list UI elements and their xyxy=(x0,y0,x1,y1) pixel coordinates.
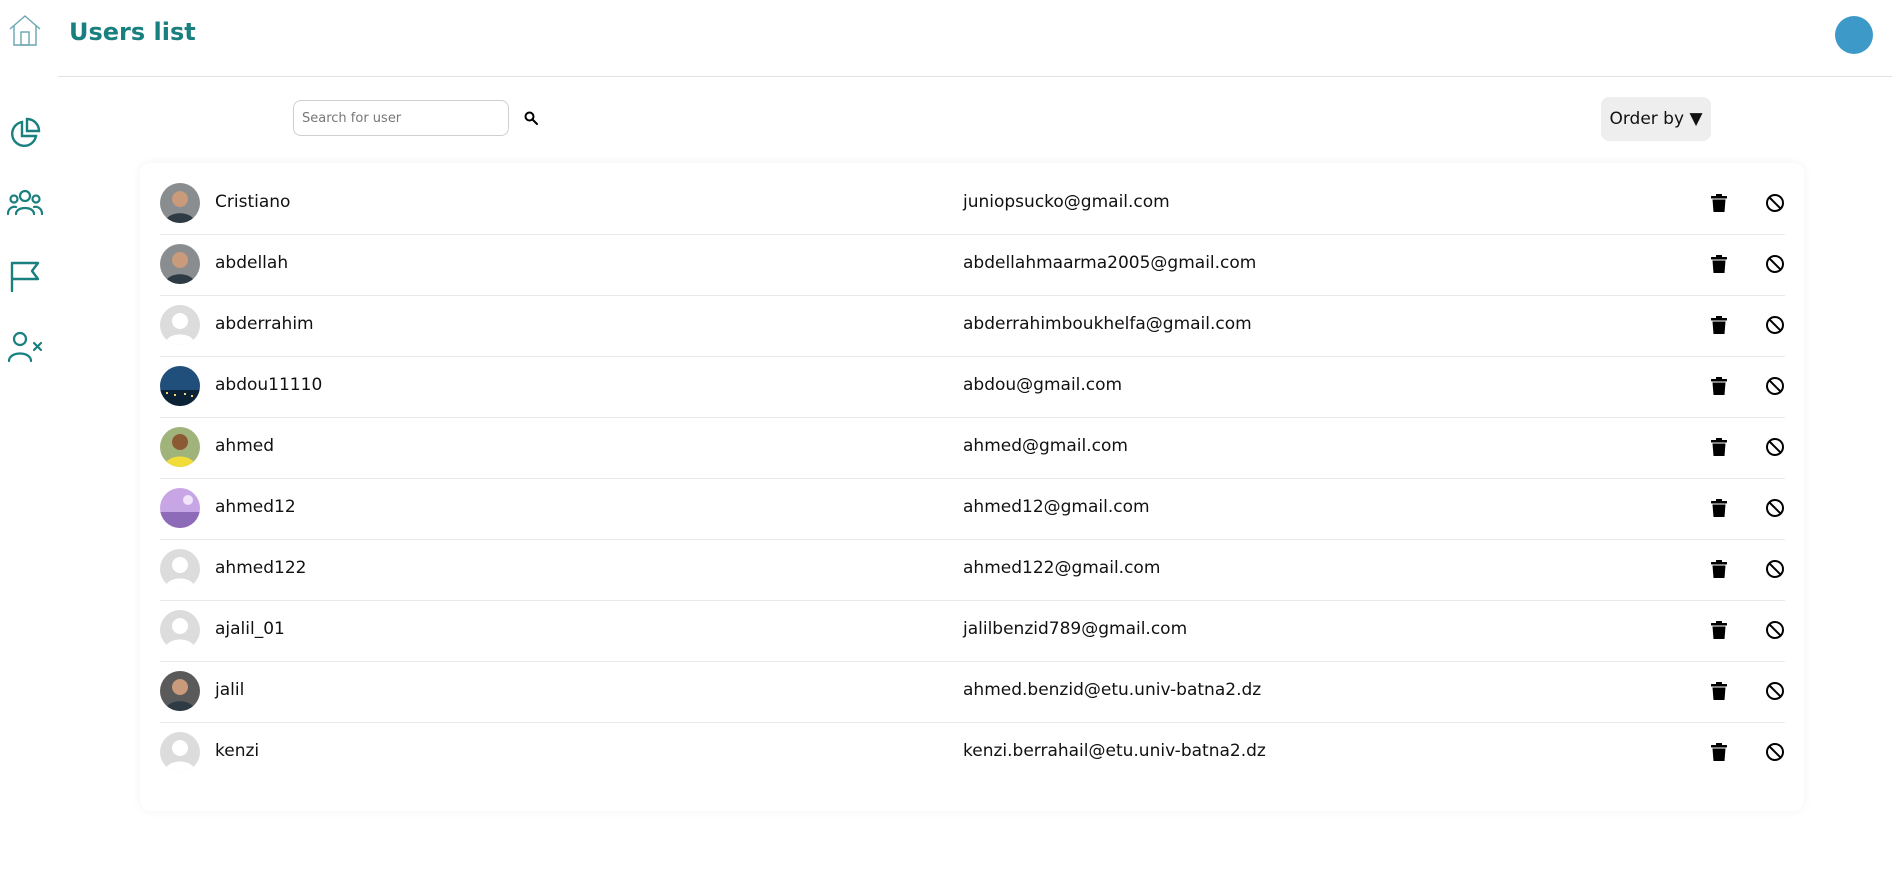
trash-icon xyxy=(1711,499,1727,517)
user-email: kenzi.berrahail@etu.univ-batna2.dz xyxy=(963,741,1266,761)
user-email: ahmed.benzid@etu.univ-batna2.dz xyxy=(963,680,1262,700)
user-row: abdou11110 abdou@gmail.com xyxy=(160,356,1785,418)
ban-icon xyxy=(1766,438,1784,456)
user-email: ahmed122@gmail.com xyxy=(963,558,1161,578)
users-icon[interactable] xyxy=(7,186,43,222)
user-avatar xyxy=(160,305,200,345)
block-user-button[interactable] xyxy=(1763,679,1787,703)
user-name: ahmed12 xyxy=(215,497,296,517)
block-user-button[interactable] xyxy=(1763,435,1787,459)
user-email: abdou@gmail.com xyxy=(963,375,1123,395)
ban-icon xyxy=(1766,743,1784,761)
user-avatar xyxy=(160,549,200,589)
home-icon[interactable] xyxy=(7,12,43,48)
user-avatar xyxy=(160,427,200,467)
block-user-button[interactable] xyxy=(1763,618,1787,642)
delete-user-button[interactable] xyxy=(1707,374,1731,398)
user-email: ahmed12@gmail.com xyxy=(963,497,1150,517)
user-avatar xyxy=(160,732,200,772)
block-user-button[interactable] xyxy=(1763,374,1787,398)
user-name: ahmed122 xyxy=(215,558,307,578)
user-row: Cristiano juniopsucko@gmail.com xyxy=(160,173,1785,235)
user-avatar xyxy=(160,671,200,711)
trash-icon xyxy=(1711,255,1727,273)
ban-icon xyxy=(1766,194,1784,212)
trash-icon xyxy=(1711,194,1727,212)
user-name: kenzi xyxy=(215,741,260,761)
user-email: abderrahimboukhelfa@gmail.com xyxy=(963,314,1252,334)
ban-icon xyxy=(1766,621,1784,639)
block-user-button[interactable] xyxy=(1763,496,1787,520)
delete-user-button[interactable] xyxy=(1707,740,1731,764)
sidebar xyxy=(0,0,58,869)
user-row: abdellah abdellahmaarma2005@gmail.com xyxy=(160,234,1785,296)
user-name: Cristiano xyxy=(215,192,291,212)
delete-user-button[interactable] xyxy=(1707,679,1731,703)
user-avatar xyxy=(160,366,200,406)
trash-icon xyxy=(1711,743,1727,761)
flag-icon[interactable] xyxy=(7,258,43,294)
block-user-button[interactable] xyxy=(1763,313,1787,337)
block-user-button[interactable] xyxy=(1763,557,1787,581)
profile-avatar[interactable] xyxy=(1835,16,1873,54)
delete-user-button[interactable] xyxy=(1707,313,1731,337)
user-avatar xyxy=(160,183,200,223)
ban-icon xyxy=(1766,377,1784,395)
top-bar: Users list xyxy=(58,0,1892,77)
search-input[interactable] xyxy=(293,100,509,136)
user-row: ahmed122 ahmed122@gmail.com xyxy=(160,539,1785,601)
pie-chart-icon[interactable] xyxy=(7,115,43,151)
search-icon[interactable] xyxy=(520,107,542,129)
user-row: jalil ahmed.benzid@etu.univ-batna2.dz xyxy=(160,661,1785,723)
user-email: abdellahmaarma2005@gmail.com xyxy=(963,253,1257,273)
user-name: jalil xyxy=(215,680,245,700)
trash-icon xyxy=(1711,316,1727,334)
delete-user-button[interactable] xyxy=(1707,435,1731,459)
user-x-icon[interactable] xyxy=(7,329,43,365)
trash-icon xyxy=(1711,377,1727,395)
user-name: abdou11110 xyxy=(215,375,323,395)
user-email: jalilbenzid789@gmail.com xyxy=(963,619,1188,639)
block-user-button[interactable] xyxy=(1763,740,1787,764)
user-row: abderrahim abderrahimboukhelfa@gmail.com xyxy=(160,295,1785,357)
delete-user-button[interactable] xyxy=(1707,191,1731,215)
ban-icon xyxy=(1766,255,1784,273)
block-user-button[interactable] xyxy=(1763,191,1787,215)
trash-icon xyxy=(1711,560,1727,578)
ban-icon xyxy=(1766,499,1784,517)
block-user-button[interactable] xyxy=(1763,252,1787,276)
trash-icon xyxy=(1711,682,1727,700)
users-table: Cristiano juniopsucko@gmail.com abdellah… xyxy=(140,163,1804,811)
ban-icon xyxy=(1766,682,1784,700)
ban-icon xyxy=(1766,560,1784,578)
user-name: abdellah xyxy=(215,253,289,273)
user-avatar xyxy=(160,610,200,650)
trash-icon xyxy=(1711,621,1727,639)
user-name: ajalil_01 xyxy=(215,619,285,639)
delete-user-button[interactable] xyxy=(1707,557,1731,581)
delete-user-button[interactable] xyxy=(1707,252,1731,276)
delete-user-button[interactable] xyxy=(1707,618,1731,642)
user-name: ahmed xyxy=(215,436,275,456)
user-avatar xyxy=(160,488,200,528)
user-row: ahmed ahmed@gmail.com xyxy=(160,417,1785,479)
user-row: ahmed12 ahmed12@gmail.com xyxy=(160,478,1785,540)
trash-icon xyxy=(1711,438,1727,456)
user-email: ahmed@gmail.com xyxy=(963,436,1128,456)
delete-user-button[interactable] xyxy=(1707,496,1731,520)
user-avatar xyxy=(160,244,200,284)
page-title: Users list xyxy=(69,18,196,46)
user-email: juniopsucko@gmail.com xyxy=(963,192,1170,212)
user-row: kenzi kenzi.berrahail@etu.univ-batna2.dz xyxy=(160,722,1785,783)
user-name: abderrahim xyxy=(215,314,314,334)
user-row: ajalil_01 jalilbenzid789@gmail.com xyxy=(160,600,1785,662)
order-by-label: Order by ▼ xyxy=(1609,109,1703,129)
order-by-button[interactable]: Order by ▼ xyxy=(1601,97,1711,141)
ban-icon xyxy=(1766,316,1784,334)
